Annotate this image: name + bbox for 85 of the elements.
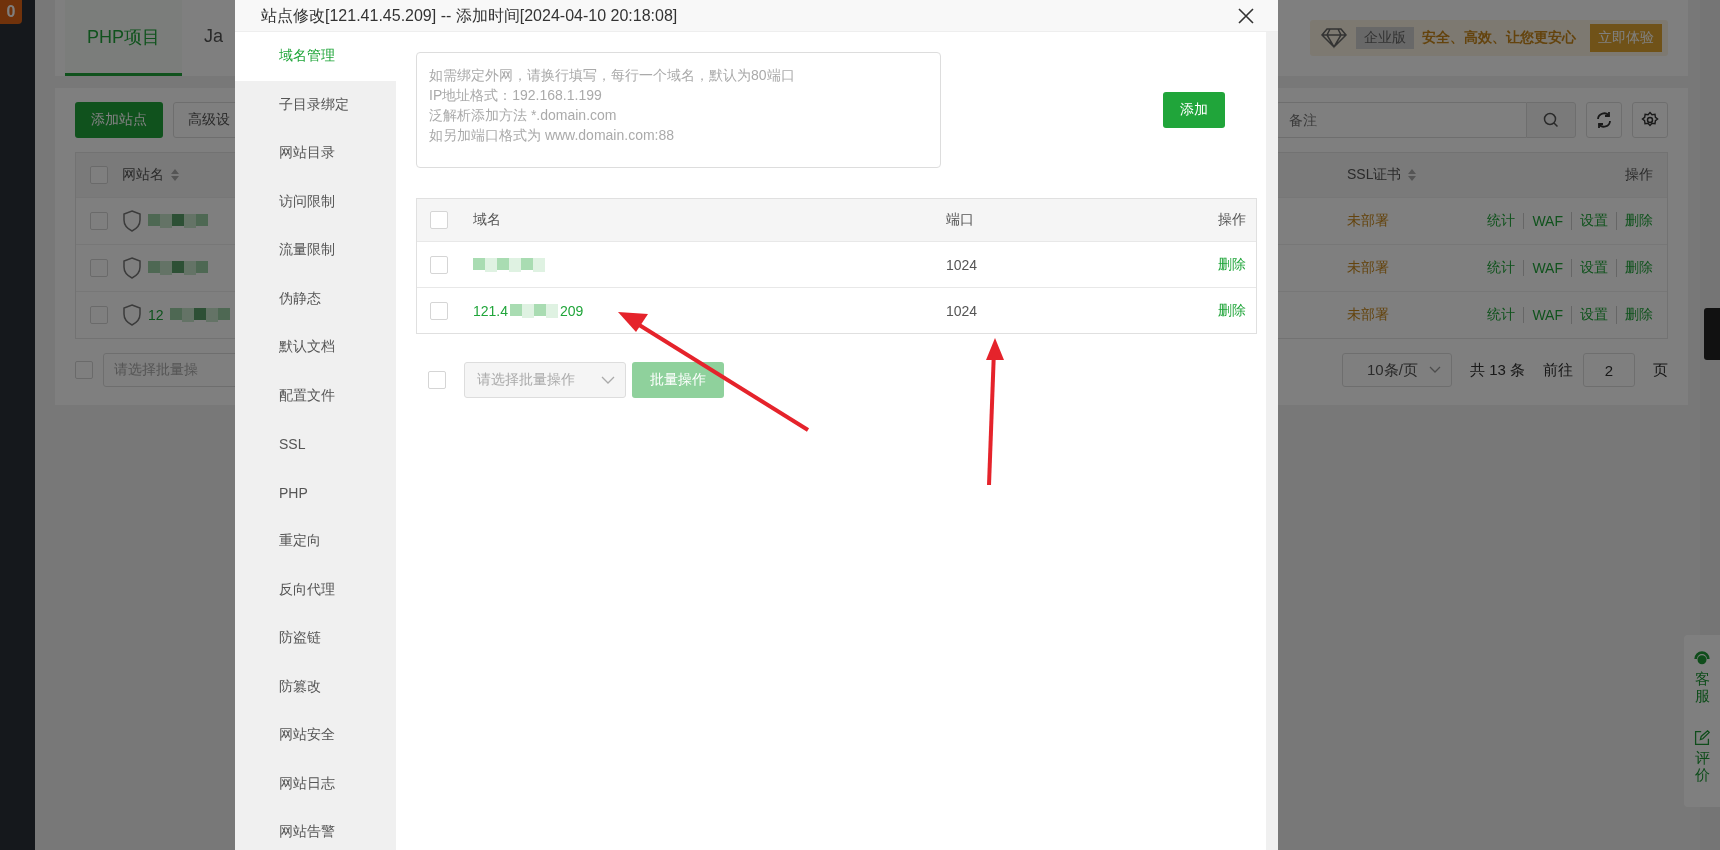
chevron-down-icon[interactable]	[1428, 366, 1441, 374]
checkbox[interactable]	[430, 255, 448, 274]
action-link[interactable]: WAF	[1523, 213, 1563, 229]
page-label: 页	[1653, 360, 1668, 380]
checkbox[interactable]	[430, 211, 448, 229]
goto-label: 前往	[1543, 360, 1573, 380]
site-name[interactable]: 12	[148, 307, 164, 323]
sort-icon[interactable]	[1407, 168, 1418, 182]
column-header: 操作	[1217, 211, 1246, 229]
batch-button[interactable]: 批量操作	[632, 362, 724, 398]
shield-icon	[122, 210, 142, 232]
add-button[interactable]: 添加	[1163, 92, 1225, 128]
pixelated-text	[510, 303, 559, 318]
action-link[interactable]: 删除	[1616, 306, 1653, 324]
refresh-icon[interactable]	[1595, 111, 1613, 129]
column-header: 端口	[946, 211, 975, 229]
port-cell-text: 1024	[946, 256, 979, 273]
pixelated-text	[148, 214, 208, 228]
column-header: 操作	[1624, 166, 1653, 184]
pixelated-text	[148, 261, 208, 275]
menu-item[interactable]: 防篡改	[235, 662, 396, 711]
pixelated-text	[169, 308, 230, 322]
menu-item[interactable]: 流量限制	[235, 226, 396, 275]
column-header[interactable]: SSL证书	[1347, 166, 1457, 184]
domain-input[interactable]: 如需绑定外网，请换行填写，每行一个域名，默认为80端口 IP地址格式：192.168.1.199 泛解析添加方法 *.domain.com 如另加端口格式为 www.domain.com:88	[416, 52, 941, 168]
action-link[interactable]: WAF	[1523, 307, 1563, 323]
settings-button[interactable]	[1632, 102, 1668, 138]
float-label[interactable]: 客服	[1694, 671, 1710, 704]
action-link[interactable]: 删除	[1616, 212, 1653, 230]
menu-item[interactable]: PHP	[235, 468, 396, 517]
delete-link[interactable]: 删除	[1218, 301, 1246, 318]
action-link[interactable]: WAF	[1523, 260, 1563, 276]
close-icon[interactable]	[1238, 7, 1254, 24]
float-label[interactable]: 评价	[1694, 750, 1710, 783]
search-field[interactable]: 备注	[1276, 102, 1526, 138]
scrollbar[interactable]	[1266, 32, 1278, 850]
pixelated-text	[473, 257, 545, 272]
checkbox[interactable]	[430, 301, 448, 320]
try-now-button[interactable]: 立即体验	[1590, 24, 1662, 52]
menu-item[interactable]: 伪静态	[235, 274, 396, 323]
menu-item[interactable]: 网站日志	[235, 759, 396, 808]
action-link[interactable]: 设置	[1571, 212, 1608, 230]
search-icon[interactable]	[1543, 112, 1559, 128]
ssl-status: 未部署	[1347, 212, 1390, 230]
add-site-button[interactable]: 添加站点	[75, 102, 163, 138]
action-link[interactable]: 设置	[1571, 259, 1608, 277]
diamond-icon	[1320, 27, 1348, 49]
action-link[interactable]: 统计	[1487, 212, 1516, 230]
headset-icon[interactable]	[1693, 649, 1711, 667]
menu-item[interactable]: 网站安全	[235, 711, 396, 760]
action-link[interactable]: 设置	[1571, 306, 1608, 324]
menu-item[interactable]: 重定向	[235, 517, 396, 566]
action-link[interactable]: 统计	[1487, 306, 1516, 324]
checkbox[interactable]	[428, 371, 446, 389]
column-header: 域名	[472, 211, 502, 229]
tab[interactable]: PHP项目	[65, 0, 182, 76]
ssl-status: 未部署	[1347, 306, 1390, 324]
menu-item[interactable]: 域名管理	[235, 32, 396, 81]
notification-badge[interactable]: 0	[0, 0, 22, 24]
refresh-button[interactable]	[1586, 102, 1622, 138]
batch-select[interactable]: 请选择批量操作	[464, 362, 626, 398]
delete-link[interactable]: 删除	[1218, 255, 1246, 272]
page-size-select[interactable]: 10条/页	[1341, 353, 1452, 387]
page-input[interactable]: 2	[1583, 353, 1635, 387]
menu-item[interactable]: 反向代理	[235, 565, 396, 614]
search-button[interactable]	[1526, 102, 1576, 138]
action-link[interactable]: 删除	[1616, 259, 1653, 277]
chevron-down-icon[interactable]	[601, 376, 615, 384]
dialog-title: 站点修改[121.41.45.209] -- 添加时间[2024-04-10 20:18:08]	[261, 6, 678, 25]
sort-icon[interactable]	[170, 168, 180, 182]
settings-icon[interactable]	[1641, 111, 1659, 129]
menu-item[interactable]: SSL	[235, 420, 396, 469]
shield-icon	[122, 257, 142, 279]
meter-widget	[1704, 308, 1720, 360]
ssl-status: 未部署	[1347, 259, 1390, 277]
slogan: 安全、高效、让您更安心	[1422, 29, 1576, 47]
domain-text[interactable]: 121.4	[473, 302, 509, 319]
edit-icon[interactable]	[1694, 730, 1710, 746]
menu-item[interactable]: 网站告警	[235, 808, 396, 850]
shield-icon	[122, 304, 142, 326]
port-cell-text: 1024	[946, 302, 979, 319]
menu-item[interactable]: 防盗链	[235, 614, 396, 663]
total-count: 共 13 条	[1469, 360, 1525, 380]
domain-text[interactable]: 209	[560, 302, 584, 319]
action-link[interactable]: 统计	[1487, 259, 1516, 277]
